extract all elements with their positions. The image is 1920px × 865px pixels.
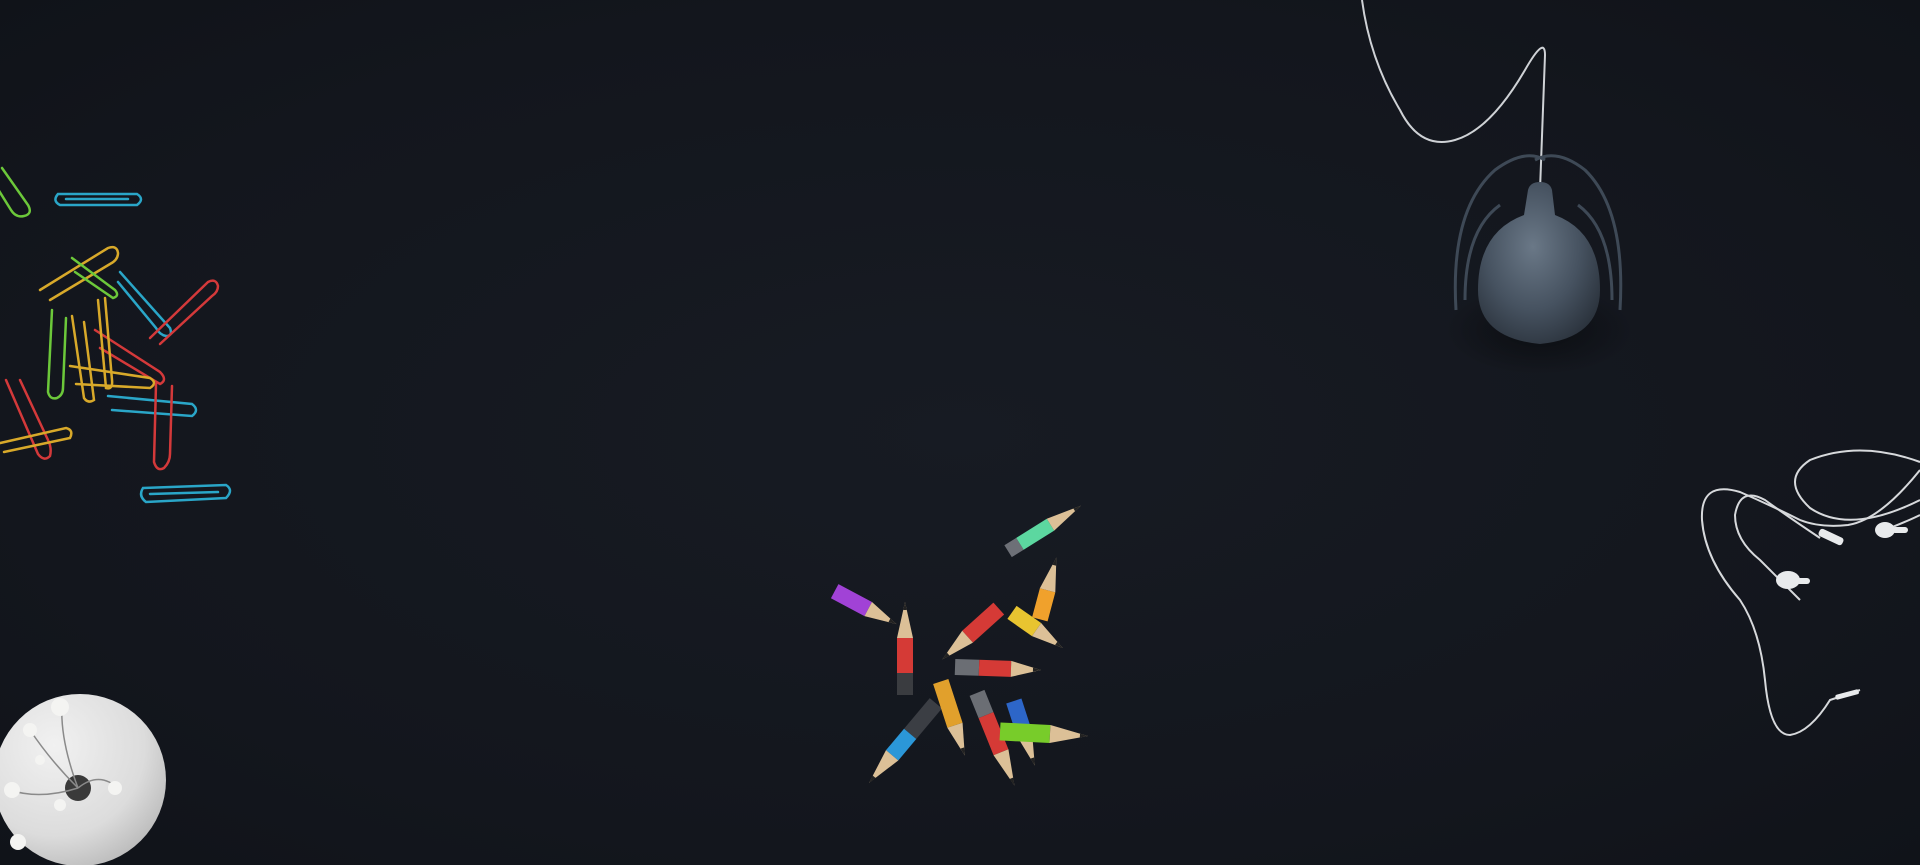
paperclip-red-3 — [152, 382, 174, 471]
pencil-blue-diagonal — [869, 698, 942, 783]
paperclips — [0, 166, 232, 504]
pencil-red-diagonal — [942, 602, 1005, 660]
lamp-cage — [1453, 154, 1623, 311]
paperclip-green-3 — [46, 308, 68, 400]
pencil-orange-2 — [933, 678, 965, 756]
paperclip-cyan-3 — [106, 394, 198, 418]
desk-scene — [0, 0, 1920, 865]
pencil-green-top — [1004, 505, 1082, 558]
pencil-blue-short — [1006, 698, 1035, 766]
pencil-red-vertical — [897, 602, 913, 695]
earphones — [1700, 449, 1920, 737]
earbud-right — [1875, 522, 1908, 538]
earphone-jack — [1835, 689, 1859, 700]
paperclip-green — [0, 166, 32, 218]
pencil-red-long — [969, 689, 1015, 786]
paperclip-cyan — [54, 192, 143, 207]
paperclip-cyan-4 — [139, 483, 232, 504]
pencil-red-horizontal — [954, 658, 1041, 677]
flower-vase — [0, 694, 166, 865]
pencil-yellow — [1007, 605, 1063, 648]
earbud-left — [1776, 571, 1810, 589]
lamp-cord — [1361, 0, 1547, 191]
pencils — [830, 505, 1088, 786]
pencil-orange — [1032, 557, 1057, 622]
pencil-lime — [999, 722, 1088, 744]
paperclip-yellow-2 — [70, 314, 96, 403]
earphone-remote — [1818, 528, 1844, 546]
paperclip-yellow-4 — [96, 296, 114, 390]
pencil-purple — [830, 584, 897, 625]
pendant-lamp — [1361, 0, 1635, 375]
lamp-shade — [1478, 182, 1600, 344]
